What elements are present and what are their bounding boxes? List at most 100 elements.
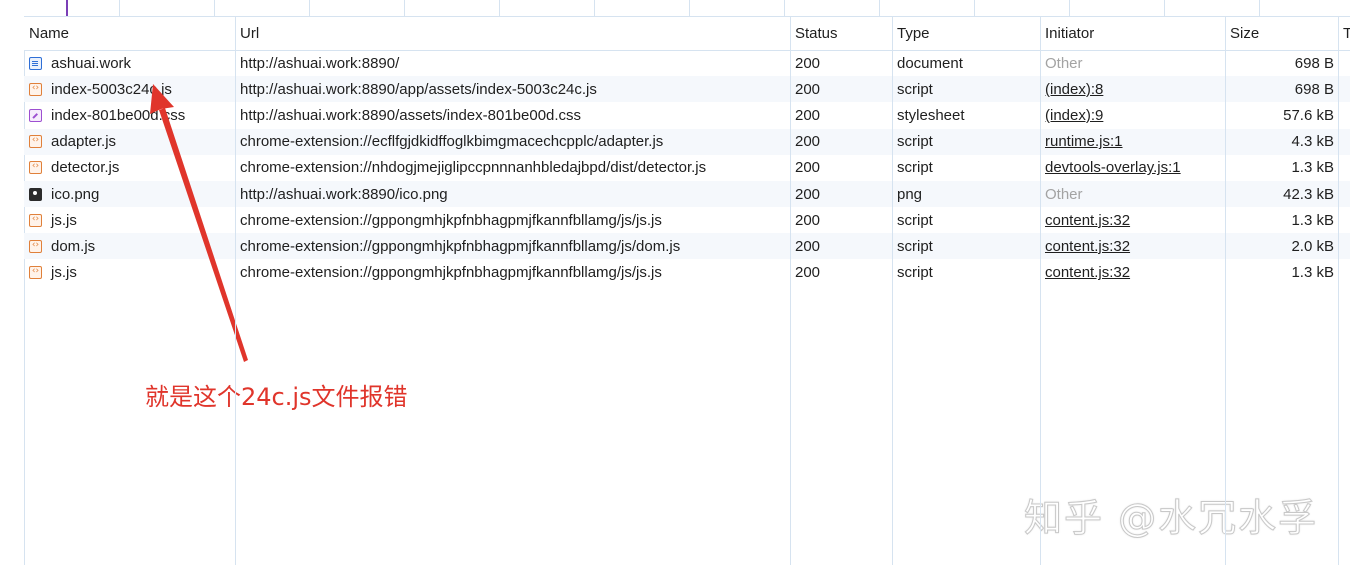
waterfall-overview-strip[interactable] [24,0,1350,17]
request-name-cell[interactable]: index-801be00d.css [24,107,235,124]
request-status-text: 200 [795,185,821,203]
column-header-name[interactable]: Name [24,25,235,42]
request-name: js.js [51,211,77,229]
request-type: script [892,212,1040,229]
table-row[interactable]: index-5003c24c.js http://ashuai.work:8890… [24,76,1350,103]
column-divider[interactable] [1338,16,1339,565]
request-size-text: 1.3 kB [1291,211,1334,229]
timeline-tick [879,0,880,16]
initiator-link[interactable]: (index):9 [1040,107,1225,124]
initiator-link[interactable]: content.js:32 [1040,212,1225,229]
timeline-tick [1164,0,1165,16]
table-row[interactable]: index-801be00d.css http://ashuai.work:889… [24,102,1350,128]
table-row[interactable]: detector.js chrome-extension://nhdogjmeji… [24,155,1350,181]
initiator-link-text[interactable]: runtime.js:1 [1045,133,1123,150]
column-divider[interactable] [1040,16,1041,565]
initiator-link[interactable]: runtime.js:1 [1040,133,1225,150]
timeline-tick [404,0,405,16]
request-name-cell[interactable]: ashuai.work [24,55,235,72]
request-name: js.js [51,264,77,282]
script-icon [29,133,42,149]
request-url-text: chrome-extension://gppongmhjkpfnbhagpmjf… [240,264,662,282]
column-header-size[interactable]: Size [1225,25,1338,42]
initiator-link-text[interactable]: content.js:32 [1045,238,1130,255]
column-divider[interactable] [235,16,236,565]
table-row[interactable]: adapter.js chrome-extension://ecflfgjdkid… [24,128,1350,155]
table-row[interactable]: dom.js chrome-extension://gppongmhjkpfnbh… [24,233,1350,260]
request-size: 57.6 kB [1225,107,1338,124]
initiator-link-text[interactable]: devtools-overlay.js:1 [1045,159,1181,176]
request-url: chrome-extension://gppongmhjkpfnbhagpmjf… [235,238,790,255]
request-type: document [892,55,1040,72]
table-row[interactable]: ico.png http://ashuai.work:8890/ico.png 20… [24,181,1350,207]
request-type-text: script [897,264,933,282]
initiator-text: Other [1040,186,1225,203]
request-type: script [892,133,1040,150]
request-status: 200 [790,159,892,176]
request-name-cell[interactable]: adapter.js [24,133,235,150]
request-size: 42.3 kB [1225,186,1338,203]
column-header-url[interactable]: Url [235,25,790,42]
request-size: 1.3 kB [1225,159,1338,176]
timeline-tick [119,0,120,16]
request-url: http://ashuai.work:8890/ [235,55,790,72]
request-name-cell[interactable]: detector.js [24,159,235,176]
request-url: http://ashuai.work:8890/ico.png [235,186,790,203]
timeline-tick [309,0,310,16]
request-status: 200 [790,81,892,98]
initiator-link-text[interactable]: content.js:32 [1045,264,1130,281]
request-size-text: 698 B [1294,54,1334,72]
column-divider[interactable] [1225,16,1226,565]
initiator-link[interactable]: content.js:32 [1040,264,1225,281]
request-size-text: 1.3 kB [1291,159,1334,177]
request-status: 200 [790,55,892,72]
request-type: png [892,186,1040,203]
request-name-cell[interactable]: js.js [24,264,235,281]
request-size-text: 698 B [1294,80,1334,98]
initiator-link[interactable]: content.js:32 [1040,238,1225,255]
request-type: script [892,81,1040,98]
initiator-link[interactable]: devtools-overlay.js:1 [1040,159,1225,176]
request-size: 1.3 kB [1225,212,1338,229]
timeline-marker [66,0,68,16]
timeline-tick [594,0,595,16]
timeline-tick [499,0,500,16]
request-status: 200 [790,186,892,203]
initiator-link-text[interactable]: (index):9 [1045,107,1103,124]
image-icon [29,187,42,201]
initiator-link-text[interactable]: content.js:32 [1045,212,1130,229]
request-size-text: 57.6 kB [1283,106,1334,124]
request-url: http://ashuai.work:8890/assets/index-801… [235,107,790,124]
table-row[interactable]: js.js chrome-extension://gppongmhjkpfnbha… [24,260,1350,286]
column-header-time[interactable]: T [1338,25,1350,42]
request-type: script [892,159,1040,176]
table-row[interactable]: ashuai.work http://ashuai.work:8890/200 do… [24,50,1350,76]
table-header: Name Url Status Type Initiator Size T [24,17,1350,51]
request-type: script [892,238,1040,255]
column-header-status[interactable]: Status [790,25,892,42]
request-size: 698 B [1225,81,1338,98]
request-name-cell[interactable]: dom.js [24,238,235,255]
column-divider[interactable] [892,16,893,565]
request-status-text: 200 [795,237,821,255]
request-name: dom.js [51,237,96,255]
request-name-cell[interactable]: index-5003c24c.js [24,81,235,98]
request-status-text: 200 [795,264,821,282]
request-type-text: script [897,159,933,177]
timeline-tick [974,0,975,16]
timeline-tick [784,0,785,16]
request-size-text: 4.3 kB [1291,133,1334,151]
initiator-link[interactable]: (index):8 [1040,81,1225,98]
request-url-text: chrome-extension://gppongmhjkpfnbhagpmjf… [240,211,662,229]
column-divider[interactable] [790,16,791,565]
column-header-initiator[interactable]: Initiator [1040,25,1225,42]
request-name-cell[interactable]: ico.png [24,186,235,203]
request-name-cell[interactable]: js.js [24,212,235,229]
annotation-text: 就是这个24c.js文件报错 [145,383,408,411]
column-header-type[interactable]: Type [892,25,1040,42]
table-row[interactable]: js.js chrome-extension://gppongmhjkpfnbha… [24,207,1350,233]
script-icon [29,238,42,253]
request-type-text: stylesheet [897,106,965,124]
request-url: chrome-extension://gppongmhjkpfnbhagpmjf… [235,264,790,281]
initiator-link-text[interactable]: (index):8 [1045,81,1103,98]
